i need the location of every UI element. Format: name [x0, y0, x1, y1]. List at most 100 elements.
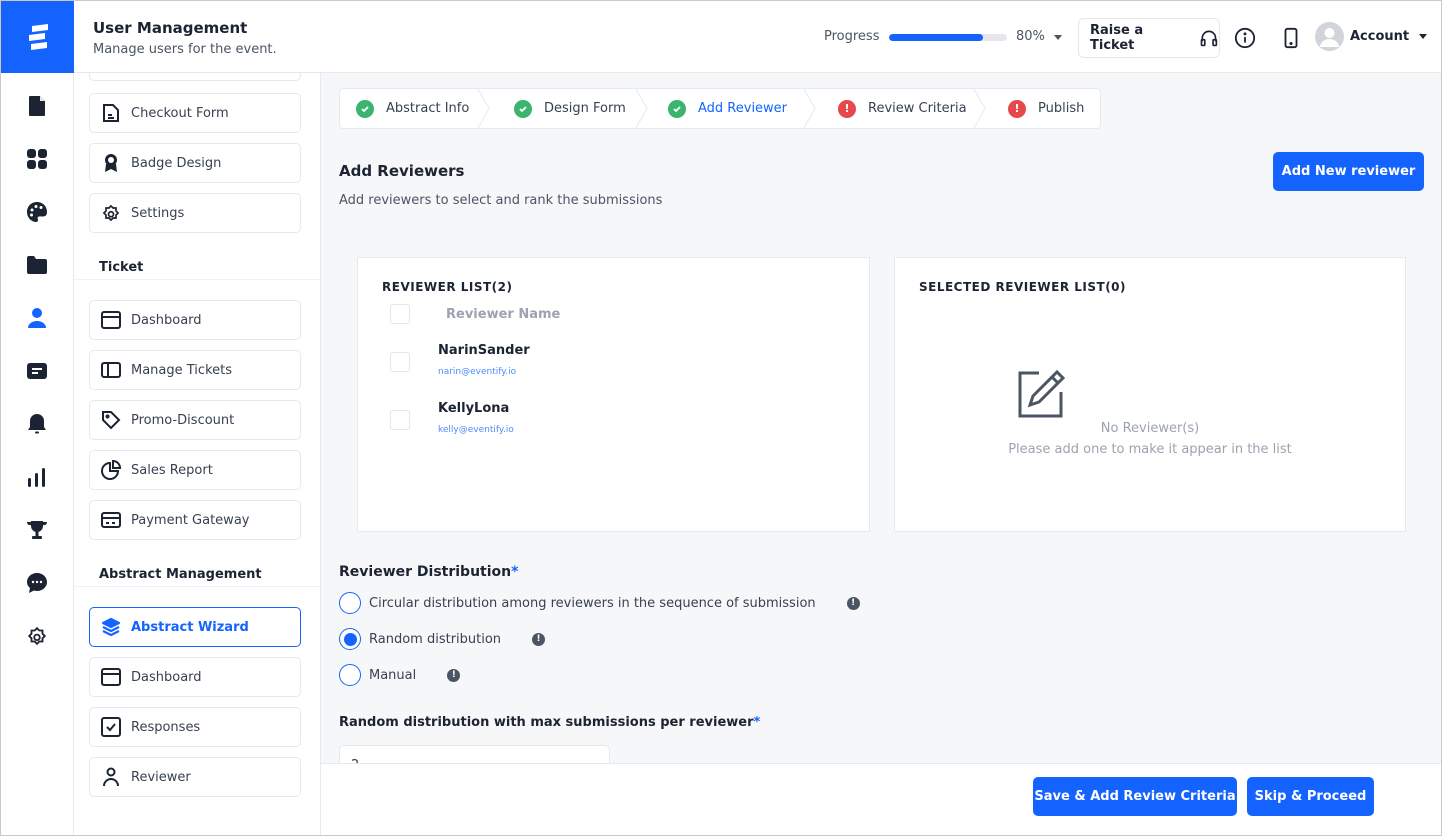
- reviewer-email: kelly@eventify.io: [438, 425, 514, 435]
- required-mark: *: [511, 564, 519, 580]
- radio-random-distribution[interactable]: Random distribution !: [339, 628, 546, 650]
- sidebar-item-promo-discount[interactable]: Promo-Discount: [89, 400, 301, 440]
- info-icon[interactable]: !: [532, 632, 546, 646]
- card-icon[interactable]: [25, 359, 49, 383]
- sidebar-item-responses[interactable]: Responses: [89, 707, 301, 747]
- trophy-icon[interactable]: [25, 518, 49, 542]
- save-add-review-criteria-button[interactable]: Save & Add Review Criteria: [1033, 777, 1237, 816]
- step-add-reviewer[interactable]: Add Reviewer: [648, 89, 816, 128]
- sidebar-item-hidden[interactable]: [89, 73, 301, 81]
- step-label: Publish: [1038, 101, 1085, 116]
- person-icon: [101, 767, 121, 787]
- bell-icon[interactable]: [25, 412, 49, 436]
- browser-window-icon: [101, 667, 121, 687]
- sidebar-item-label: Dashboard: [131, 312, 202, 328]
- sidebar-item-abstract-wizard[interactable]: Abstract Wizard: [89, 607, 301, 647]
- mobile-icon[interactable]: [1280, 27, 1302, 49]
- required-mark: *: [753, 715, 761, 730]
- info-icon[interactable]: !: [846, 596, 860, 610]
- gear-icon: [101, 203, 121, 223]
- sidebar-item-label: Badge Design: [131, 155, 222, 171]
- radio-circular-distribution[interactable]: Circular distribution among reviewers in…: [339, 592, 860, 614]
- sub-sidebar: Checkout Form Badge Design Settings Tick…: [74, 73, 321, 835]
- footer-bar: Save & Add Review Criteria Skip & Procee…: [321, 763, 1441, 835]
- error-circle-icon: !: [1008, 99, 1026, 118]
- info-icon[interactable]: [1234, 27, 1256, 49]
- reviewer-checkbox[interactable]: [390, 352, 410, 372]
- grid-icon[interactable]: [25, 147, 49, 171]
- radio-label: Circular distribution among reviewers in…: [369, 595, 816, 611]
- section-title: Add Reviewers: [339, 162, 465, 180]
- reviewer-checkbox[interactable]: [390, 410, 410, 430]
- selected-list-title: SELECTED REVIEWER LIST(0): [919, 280, 1127, 294]
- radio-manual[interactable]: Manual !: [339, 664, 461, 686]
- select-all-checkbox[interactable]: [390, 304, 410, 324]
- chart-icon[interactable]: [25, 465, 49, 489]
- section-title-ticket: Ticket: [99, 260, 144, 275]
- account-menu[interactable]: Account: [1315, 22, 1428, 51]
- sidebar-item-payment-gateway[interactable]: Payment Gateway: [89, 500, 301, 540]
- sidebar-item-checkout-form[interactable]: Checkout Form: [89, 93, 301, 133]
- chat-icon[interactable]: [25, 571, 49, 595]
- radio-label: Manual: [369, 667, 417, 683]
- app-logo[interactable]: [1, 1, 74, 73]
- avatar: [1315, 22, 1344, 51]
- section-divider: [74, 586, 320, 587]
- credit-card-icon: [101, 510, 121, 530]
- max-submissions-input[interactable]: [339, 745, 610, 763]
- reviewer-list-card: REVIEWER LIST(2) Reviewer Name NarinSand…: [357, 257, 870, 532]
- sidebar-item-sales-report[interactable]: Sales Report: [89, 450, 301, 490]
- max-submissions-label-text: Random distribution with max submissions…: [339, 715, 754, 730]
- step-publish[interactable]: ! Publish: [986, 89, 1100, 128]
- sidebar-item-settings[interactable]: Settings: [89, 193, 301, 233]
- add-new-reviewer-button[interactable]: Add New reviewer: [1273, 152, 1424, 191]
- radio-button[interactable]: [339, 628, 361, 650]
- folder-icon[interactable]: [25, 253, 49, 277]
- top-header: User Management Manage users for the eve…: [74, 1, 1441, 73]
- reviewer-name: KellyLona: [438, 401, 510, 416]
- max-submissions-label: Random distribution with max submissions…: [339, 715, 760, 730]
- sidebar-item-ticket-dashboard[interactable]: Dashboard: [89, 300, 301, 340]
- step-label: Abstract Info: [386, 101, 470, 116]
- edit-note-icon: [1017, 369, 1066, 422]
- progress-dropdown-caret-icon[interactable]: [1054, 35, 1062, 40]
- step-separator: [636, 89, 648, 128]
- logo-icon: [28, 24, 48, 50]
- avatar-user-icon: [1320, 28, 1339, 47]
- sidebar-item-label: Reviewer: [131, 769, 191, 785]
- raise-ticket-button[interactable]: Raise a Ticket: [1078, 18, 1220, 58]
- raise-ticket-label: Raise a Ticket: [1090, 23, 1144, 53]
- checkbox-icon: [101, 717, 121, 737]
- sidebar-item-label: Abstract Wizard: [131, 619, 249, 635]
- sidebar-item-label: Payment Gateway: [131, 512, 250, 528]
- step-label: Design Form: [544, 101, 626, 116]
- page-title: User Management: [93, 19, 248, 37]
- palette-icon[interactable]: [25, 200, 49, 224]
- section-title-abstract: Abstract Management: [99, 567, 262, 582]
- step-design-form[interactable]: Design Form: [490, 89, 648, 128]
- distribution-title-text: Reviewer Distribution: [339, 564, 512, 580]
- sidebar-item-manage-tickets[interactable]: Manage Tickets: [89, 350, 301, 390]
- sidebar-item-reviewer[interactable]: Reviewer: [89, 757, 301, 797]
- sidebar-item-abstract-dashboard[interactable]: Dashboard: [89, 657, 301, 697]
- selected-reviewer-card: SELECTED REVIEWER LIST(0) No Reviewer(s)…: [894, 257, 1406, 532]
- sidebar-item-badge-design[interactable]: Badge Design: [89, 143, 301, 183]
- sidebar-item-label: Manage Tickets: [131, 362, 233, 378]
- step-abstract-info[interactable]: Abstract Info: [340, 89, 490, 128]
- settings-icon[interactable]: [25, 624, 49, 648]
- step-review-criteria[interactable]: ! Review Criteria: [816, 89, 986, 128]
- error-circle-icon: !: [838, 99, 856, 118]
- info-icon[interactable]: !: [447, 668, 461, 682]
- sidebar-item-label: Checkout Form: [131, 105, 229, 121]
- empty-state-subtitle: Please add one to make it appear in the …: [1008, 442, 1292, 457]
- radio-button[interactable]: [339, 592, 361, 614]
- radio-button[interactable]: [339, 664, 361, 686]
- account-caret-icon: [1419, 34, 1428, 39]
- badge-icon: [101, 153, 121, 173]
- sidebar-item-label: Responses: [131, 719, 201, 735]
- document-icon[interactable]: [25, 94, 49, 118]
- skip-proceed-button[interactable]: Skip & Proceed: [1247, 777, 1374, 816]
- user-icon[interactable]: [25, 306, 49, 330]
- progress-percent: 80%: [1016, 29, 1045, 44]
- step-separator: [478, 89, 490, 128]
